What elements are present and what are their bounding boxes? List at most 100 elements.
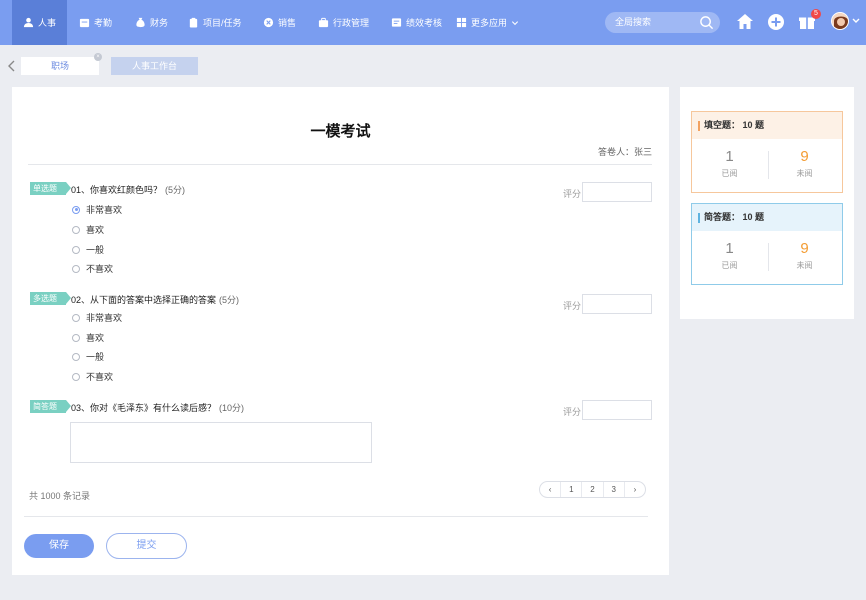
nav-item-label: 绩效考核 bbox=[406, 18, 443, 28]
chevron-down-icon[interactable] bbox=[852, 18, 860, 24]
read-label: 已阅 bbox=[721, 261, 738, 270]
radio-option[interactable]: 一般 bbox=[72, 243, 104, 256]
answer-textarea[interactable] bbox=[70, 422, 372, 463]
radio-option[interactable]: 非常喜欢 bbox=[72, 311, 122, 324]
nav-item-projects[interactable]: 项目/任务 bbox=[188, 0, 242, 45]
radio-button[interactable] bbox=[72, 333, 80, 342]
nav-item-more-apps[interactable]: 更多应用 bbox=[456, 0, 519, 45]
page-3-button[interactable]: 3 bbox=[602, 482, 624, 497]
option-label: 不喜欢 bbox=[86, 264, 114, 274]
radio-option[interactable]: 非常喜欢 bbox=[72, 203, 122, 216]
unread-label: 未阅 bbox=[796, 169, 813, 178]
question-points: (5分) bbox=[165, 185, 186, 195]
save-button[interactable]: 保存 bbox=[24, 534, 94, 558]
question-type-tag: 多选题 bbox=[30, 292, 71, 305]
question-title: 03、你对《毛泽东》有什么读后感？ bbox=[71, 403, 217, 413]
briefcase-icon bbox=[318, 17, 329, 28]
page-1-button[interactable]: 1 bbox=[560, 482, 581, 497]
read-count: 1 bbox=[725, 148, 734, 165]
chevron-down-icon bbox=[511, 20, 519, 25]
record-count: 共 1000 条记录 bbox=[29, 491, 91, 501]
question-type-tag: 简答题 bbox=[30, 400, 71, 413]
divider bbox=[28, 164, 652, 165]
top-navbar: 人事 考勤 财务 项目/任务 销售 行政管理 绩效考核 更多应用 全局搜索 5 bbox=[0, 0, 866, 45]
nav-item-performance[interactable]: 绩效考核 bbox=[391, 0, 442, 45]
radio-button[interactable] bbox=[72, 352, 80, 361]
question-title: 01、你喜欢红颜色吗？ bbox=[71, 185, 163, 195]
prev-page-button[interactable]: ‹ bbox=[540, 482, 560, 497]
nav-item-attendance[interactable]: 考勤 bbox=[79, 0, 112, 45]
score-input[interactable] bbox=[582, 400, 652, 420]
notification-badge: 5 bbox=[811, 9, 821, 19]
question-points: (5分) bbox=[219, 295, 240, 305]
option-label: 一般 bbox=[86, 245, 105, 255]
card-title: 简答题： 10 题 bbox=[692, 204, 842, 231]
read-stat: 1 已阅 bbox=[692, 139, 767, 192]
radio-button[interactable] bbox=[72, 264, 80, 273]
radio-button[interactable] bbox=[72, 372, 80, 381]
option-label: 喜欢 bbox=[86, 333, 105, 343]
search-icon[interactable] bbox=[699, 15, 714, 30]
nav-item-label: 人事 bbox=[38, 18, 57, 28]
nav-item-hr[interactable]: 人事 bbox=[12, 0, 67, 45]
exam-panel bbox=[12, 87, 669, 575]
money-bag-icon bbox=[136, 17, 145, 28]
score-input[interactable] bbox=[582, 294, 652, 314]
score-label: 评分 bbox=[563, 407, 582, 417]
nav-item-label: 行政管理 bbox=[333, 18, 370, 28]
read-stat: 1 已阅 bbox=[692, 231, 767, 284]
close-icon[interactable]: × bbox=[94, 53, 102, 61]
chevron-left-icon[interactable] bbox=[7, 60, 17, 72]
radio-button[interactable] bbox=[72, 313, 80, 322]
divider bbox=[24, 516, 648, 517]
read-count: 1 bbox=[725, 240, 734, 257]
page-2-button[interactable]: 2 bbox=[581, 482, 602, 497]
nav-item-admin[interactable]: 行政管理 bbox=[318, 0, 369, 45]
score-label: 评分 bbox=[563, 301, 582, 311]
radio-option[interactable]: 不喜欢 bbox=[72, 262, 113, 275]
question-text: 03、你对《毛泽东》有什么读后感？ (10分) bbox=[71, 401, 244, 414]
nav-item-sales[interactable]: 销售 bbox=[263, 0, 296, 45]
nav-item-label: 销售 bbox=[278, 18, 297, 28]
attendance-icon bbox=[79, 18, 90, 28]
grid-icon bbox=[456, 17, 467, 28]
short-answer-summary-card: 简答题： 10 题 1 已阅 9 未阅 bbox=[691, 203, 843, 285]
radio-button[interactable] bbox=[72, 225, 80, 234]
option-label: 喜欢 bbox=[86, 225, 105, 235]
submit-button[interactable]: 提交 bbox=[106, 533, 187, 559]
radio-option[interactable]: 喜欢 bbox=[72, 331, 104, 344]
nav-item-finance[interactable]: 财务 bbox=[135, 0, 168, 45]
unread-count: 9 bbox=[800, 240, 809, 257]
avatar[interactable] bbox=[831, 12, 849, 30]
tab-workplace[interactable]: 职场 bbox=[21, 57, 99, 75]
question-title: 02、从下面的答案中选择正确的答案 bbox=[71, 295, 217, 305]
option-label: 不喜欢 bbox=[86, 372, 114, 382]
radio-option[interactable]: 喜欢 bbox=[72, 223, 104, 236]
next-page-button[interactable]: › bbox=[623, 482, 645, 497]
option-label: 非常喜欢 bbox=[86, 313, 123, 323]
card-title: 填空题： 10 题 bbox=[692, 112, 842, 139]
card-stats: 1 已阅 9 未阅 bbox=[692, 231, 842, 284]
radio-option[interactable]: 一般 bbox=[72, 350, 104, 363]
pagination: ‹ 1 2 3 › bbox=[539, 481, 646, 498]
fill-blank-summary-card: 填空题： 10 题 1 已阅 9 未阅 bbox=[691, 111, 843, 193]
radio-option[interactable]: 不喜欢 bbox=[72, 370, 113, 383]
radio-button[interactable] bbox=[72, 245, 80, 254]
card-stats: 1 已阅 9 未阅 bbox=[692, 139, 842, 192]
page-title: 一模考试 bbox=[310, 123, 371, 140]
global-search-input[interactable]: 全局搜索 bbox=[605, 12, 720, 33]
unread-count: 9 bbox=[800, 148, 809, 165]
read-label: 已阅 bbox=[721, 169, 738, 178]
question-text: 01、你喜欢红颜色吗？ (5分) bbox=[71, 183, 185, 196]
avatar-image-icon bbox=[832, 13, 848, 29]
score-input[interactable] bbox=[582, 182, 652, 202]
home-icon[interactable] bbox=[735, 12, 755, 32]
option-label: 非常喜欢 bbox=[86, 205, 123, 215]
add-circle-icon[interactable] bbox=[766, 12, 786, 32]
tab-hr-workbench[interactable]: 人事工作台 bbox=[111, 57, 198, 75]
search-placeholder: 全局搜索 bbox=[615, 17, 652, 27]
answerer-label: 答卷人：张三 bbox=[597, 147, 652, 157]
radio-button[interactable] bbox=[72, 205, 80, 214]
option-label: 一般 bbox=[86, 352, 105, 362]
unread-stat: 9 未阅 bbox=[767, 231, 842, 284]
